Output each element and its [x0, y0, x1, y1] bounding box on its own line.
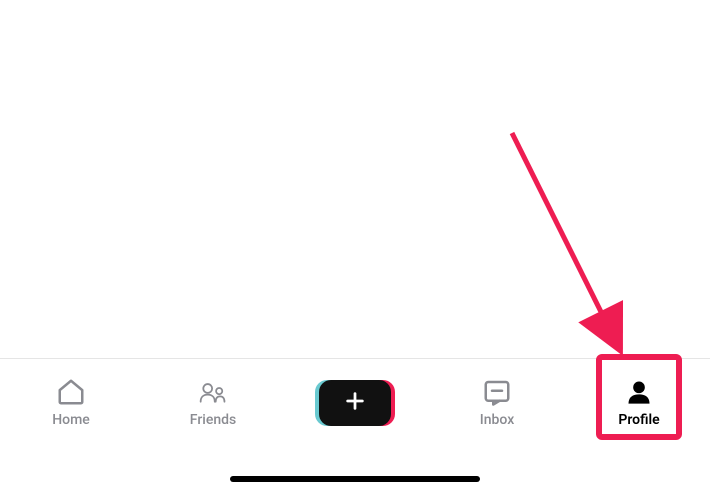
friends-icon	[198, 377, 228, 407]
home-tab[interactable]: Home	[0, 359, 142, 446]
inbox-label: Inbox	[480, 412, 514, 428]
create-button[interactable]	[319, 380, 391, 426]
friends-tab[interactable]: Friends	[142, 359, 284, 446]
home-label: Home	[52, 412, 90, 428]
home-icon	[56, 377, 86, 407]
content-area	[0, 0, 710, 358]
profile-icon	[624, 377, 654, 407]
inbox-tab[interactable]: Inbox	[426, 359, 568, 446]
inbox-icon	[482, 377, 512, 407]
create-tab[interactable]	[284, 359, 426, 446]
profile-label: Profile	[618, 412, 659, 428]
profile-tab[interactable]: Profile	[568, 359, 710, 446]
plus-icon	[344, 390, 366, 416]
home-indicator	[230, 476, 480, 482]
bottom-tabbar: Home Friends	[0, 358, 710, 446]
friends-label: Friends	[190, 412, 236, 428]
